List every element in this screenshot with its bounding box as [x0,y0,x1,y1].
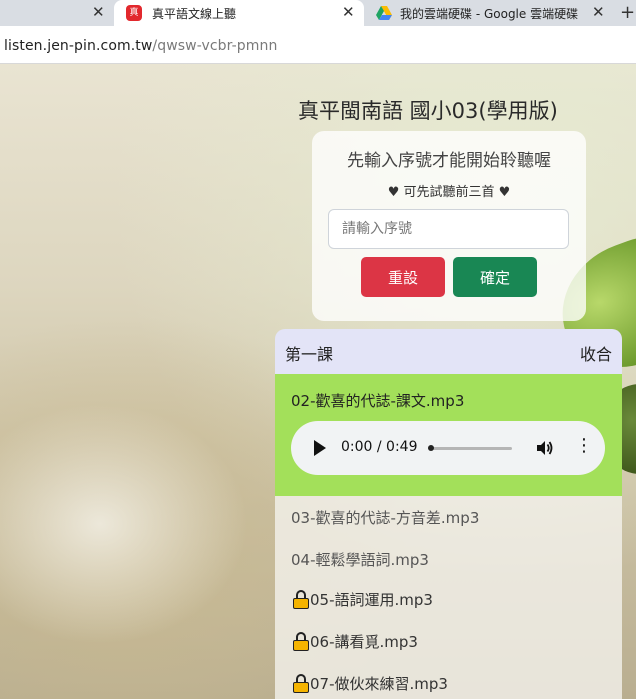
serial-number-input[interactable] [328,209,569,249]
audio-player: 0:00 / 0:49 ⋮ [291,421,605,475]
tab-active[interactable]: 真平 真平語文線上聽 ✕ [114,0,364,34]
tab-title: 我的雲端硬碟 - Google 雲端硬碟 [400,7,579,21]
list-item[interactable]: 04-輕鬆學語詞.mp3 [291,549,429,570]
audio-progress-bar[interactable] [428,447,512,450]
new-tab-button[interactable]: + [620,2,635,23]
site-favicon-icon: 真平 [126,5,142,34]
url-host: listen.jen-pin.com.tw [4,38,153,54]
lesson-panel: 第一課 收合 02-歡喜的代誌-課文.mp3 0:00 / 0:49 ⋮ 03-… [275,329,622,699]
track-name: 04-輕鬆學語詞.mp3 [291,551,429,569]
page-title: 真平閩南語 國小03(學用版) [298,99,558,123]
lock-icon [293,674,309,693]
confirm-button[interactable]: 確定 [453,257,537,297]
url-text[interactable]: listen.jen-pin.com.tw/qwsw-vcbr-pmnn [4,38,277,54]
lock-icon [293,590,309,609]
audio-time: 0:00 / 0:49 [341,439,418,455]
collapse-button[interactable]: 收合 [580,341,612,365]
tab-title: 真平語文線上聽 [152,7,237,21]
track-name: 06-講看覓.mp3 [310,633,418,651]
reset-button[interactable]: 重設 [361,257,445,297]
close-tab-icon[interactable]: ✕ [342,3,355,21]
tab-previous[interactable]: ✕ [0,0,112,26]
active-track[interactable]: 02-歡喜的代誌-課文.mp3 0:00 / 0:49 ⋮ [275,374,622,496]
page-content: 真平閩南語 國小03(學用版) 先輸入序號才能開始聆聽喔 ♥ 可先試聽前三首 ♥… [0,64,636,699]
google-drive-icon [376,6,392,20]
play-icon[interactable] [314,440,326,456]
url-path: /qwsw-vcbr-pmnn [152,38,278,54]
lesson-name: 第一課 [285,345,334,364]
volume-icon[interactable] [535,439,553,457]
audio-progress-thumb[interactable] [428,445,434,451]
trial-hint: ♥ 可先試聽前三首 ♥ [387,185,511,200]
track-name: 03-歡喜的代誌-方音差.mp3 [291,509,480,527]
serial-unlock-card: 先輸入序號才能開始聆聽喔 ♥ 可先試聽前三首 ♥ 重設 確定 [312,131,586,321]
lock-icon [293,632,309,651]
list-item[interactable]: 03-歡喜的代誌-方音差.mp3 [291,507,479,528]
track-name: 05-語詞運用.mp3 [310,591,433,609]
more-options-icon[interactable]: ⋮ [575,436,593,456]
track-list: 03-歡喜的代誌-方音差.mp3 04-輕鬆學語詞.mp3 05-語詞運用.mp… [275,496,622,699]
lesson-header[interactable]: 第一課 收合 [275,329,622,374]
tab-strip: ✕ 真平 真平語文線上聽 ✕ 我的雲端硬碟 - Google 雲端硬碟 ✕ + [0,0,636,34]
list-item[interactable]: 06-講看覓.mp3 [293,631,418,652]
close-tab-icon[interactable]: ✕ [592,3,605,21]
list-item[interactable]: 07-做伙來練習.mp3 [293,673,448,694]
close-tab-icon[interactable]: ✕ [92,3,105,21]
list-item[interactable]: 05-語詞運用.mp3 [293,589,433,610]
tab-google-drive[interactable]: 我的雲端硬碟 - Google 雲端硬碟 ✕ [366,0,616,26]
unlock-prompt: 先輸入序號才能開始聆聽喔 [347,151,551,171]
address-bar[interactable]: listen.jen-pin.com.tw/qwsw-vcbr-pmnn [0,26,636,64]
track-name: 07-做伙來練習.mp3 [310,675,448,693]
active-track-name: 02-歡喜的代誌-課文.mp3 [291,392,465,410]
